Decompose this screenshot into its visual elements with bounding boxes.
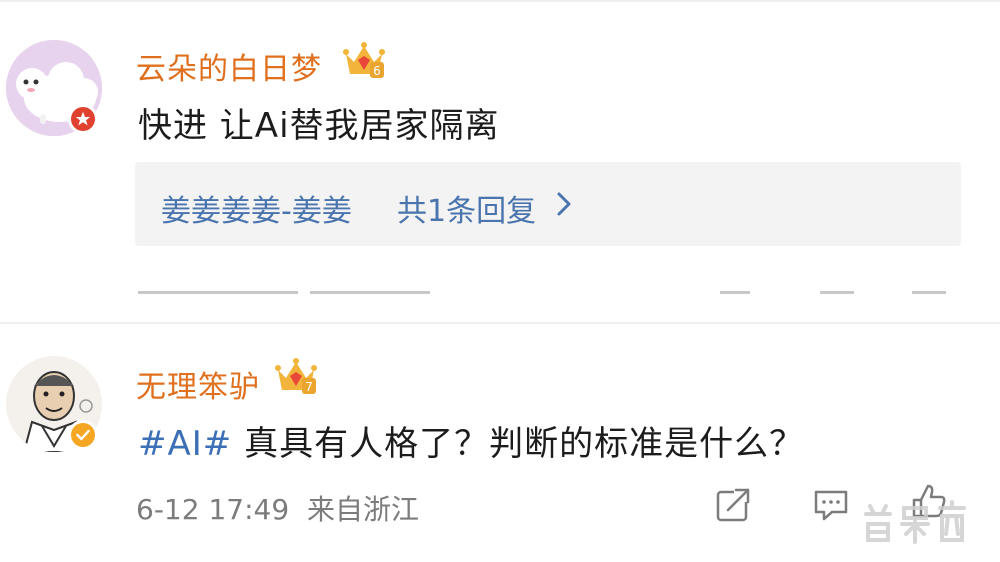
- username[interactable]: 云朵的白日梦: [136, 44, 322, 88]
- verified-badge: [68, 420, 98, 450]
- chevron-right-icon: [557, 192, 571, 216]
- hashtag-link[interactable]: #AI#: [138, 424, 232, 464]
- clipped-meta-row: [130, 280, 1000, 298]
- timestamp: 6-12 17:49: [136, 493, 290, 526]
- verified-badge: [68, 104, 98, 134]
- svg-text:6: 6: [373, 64, 381, 78]
- comment-icon[interactable]: [812, 486, 850, 524]
- reply-preview[interactable]: 姜姜姜姜-姜姜 共1条回复: [135, 162, 961, 246]
- svg-text:7: 7: [305, 380, 313, 394]
- reply-count[interactable]: 共1条回复: [397, 186, 536, 230]
- crown-icon: 7: [274, 356, 318, 396]
- comment-text: #AI# 真具有人格了？判断的标准是什么？: [138, 416, 804, 465]
- share-icon[interactable]: [714, 486, 752, 524]
- reply-author[interactable]: 姜姜姜姜-姜姜: [161, 186, 352, 230]
- comment-meta: 6-12 17:49 来自浙江: [136, 488, 419, 528]
- comment-text: 快进 让Ai替我居家隔离: [138, 106, 500, 146]
- watermark-logo: [860, 494, 988, 548]
- comment-divider: [0, 322, 1000, 324]
- username[interactable]: 无理笨驴: [136, 362, 260, 406]
- location: 来自浙江: [306, 493, 419, 526]
- crown-icon: 6: [342, 40, 386, 80]
- comment-item: 云朵的白日梦 6 快进 让Ai替我居家隔离 姜姜姜姜-姜姜 共1条回复: [0, 0, 1000, 322]
- comment-body: 真具有人格了？判断的标准是什么？: [232, 424, 805, 464]
